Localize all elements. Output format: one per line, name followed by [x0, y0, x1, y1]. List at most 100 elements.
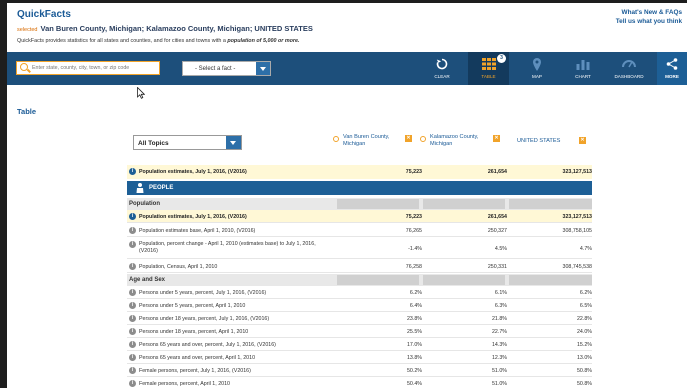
table-row[interactable]: i Population, percent change - April 1, … — [127, 238, 592, 259]
topics-select[interactable]: All Topics — [133, 135, 242, 150]
clear-button[interactable]: CLEAR — [419, 52, 465, 85]
info-icon[interactable]: i — [129, 302, 136, 309]
value-van-buren: 25.5% — [406, 329, 422, 335]
selected-places-text: Van Buren County, Michigan; Kalamazoo Co… — [40, 24, 313, 33]
table-icon — [481, 58, 496, 70]
value-kalamazoo: 250,331 — [487, 264, 507, 270]
section-title: Age and Sex — [129, 277, 166, 283]
search-input[interactable] — [32, 63, 158, 73]
section-cell — [423, 199, 505, 209]
value-kalamazoo: 21.8% — [491, 316, 507, 322]
column-header-kalamazoo[interactable]: Kalamazoo County, Michigan ✕ — [420, 134, 500, 148]
dashboard-button[interactable]: DASHBOARD — [607, 52, 651, 85]
table-row[interactable]: i Female persons, percent, April 1, 2010… — [127, 377, 592, 388]
info-icon[interactable]: i — [129, 380, 136, 387]
info-icon[interactable]: i — [129, 328, 136, 335]
value-van-buren: 76,258 — [405, 264, 422, 270]
value-kalamazoo: 6.1% — [494, 290, 507, 296]
toolbar: - Select a fact - CLEAR 3 TABLE MAP CHAR… — [7, 52, 687, 85]
table-row[interactable]: i Population estimates, July 1, 2016, (V… — [127, 210, 592, 223]
refresh-icon — [436, 58, 448, 70]
table-button[interactable]: 3 TABLE — [468, 52, 509, 85]
remove-column-icon[interactable]: ✕ — [493, 135, 500, 142]
info-icon[interactable]: i — [129, 354, 136, 361]
info-icon[interactable]: i — [129, 367, 136, 374]
search-icon — [420, 136, 426, 142]
value-united-states: 323,127,513 — [562, 214, 592, 220]
people-section-bar[interactable]: PEOPLE — [127, 181, 592, 195]
value-united-states: 24.0% — [576, 329, 592, 335]
value-united-states: 22.8% — [576, 316, 592, 322]
remove-column-icon[interactable]: ✕ — [405, 135, 412, 142]
table-row[interactable]: i Population, Census, April 1, 2010 76,2… — [127, 260, 592, 273]
summary-row[interactable]: i Population estimates, July 1, 2016, (V… — [127, 165, 592, 179]
section-cell — [509, 275, 592, 285]
value-kalamazoo: 51.0% — [491, 381, 507, 387]
value-kalamazoo: 4.5% — [494, 246, 507, 252]
table-row[interactable]: i Population estimates base, April 1, 20… — [127, 224, 592, 237]
column-header-united-states[interactable]: UNITED STATES ✕ — [517, 137, 586, 145]
value-van-buren: 23.8% — [406, 316, 422, 322]
info-icon[interactable]: i — [129, 227, 136, 234]
intro-text-main: QuickFacts provides statistics for all s… — [17, 38, 228, 44]
value-united-states: 6.2% — [579, 290, 592, 296]
value-kalamazoo: 261,654 — [487, 214, 507, 220]
summary-row-label: Population estimates, July 1, 2016, (V20… — [139, 169, 247, 175]
row-label: Persons under 5 years, percent, April 1,… — [139, 303, 246, 309]
summary-value-van-buren: 75,223 — [405, 169, 422, 175]
intro-text: QuickFacts provides statistics for all s… — [17, 38, 300, 44]
table-row[interactable]: i Persons under 5 years, percent, April … — [127, 299, 592, 312]
dashboard-button-label: DASHBOARD — [614, 74, 644, 79]
value-united-states: 308,758,105 — [562, 228, 592, 234]
table-heading: Table — [17, 107, 37, 116]
value-united-states: 6.5% — [579, 303, 592, 309]
table-row[interactable]: i Persons 65 years and over, percent, Ju… — [127, 338, 592, 351]
info-icon[interactable]: i — [129, 289, 136, 296]
summary-value-kalamazoo: 261,654 — [487, 169, 507, 175]
table-row[interactable]: i Female persons, percent, July 1, 2016,… — [127, 364, 592, 377]
info-icon[interactable]: i — [129, 168, 136, 175]
info-icon[interactable]: i — [129, 213, 136, 220]
info-icon[interactable]: i — [129, 263, 136, 270]
fact-select-value: - Select a fact - — [195, 66, 236, 72]
info-icon[interactable]: i — [129, 315, 136, 322]
intro-text-emphasis: population of 5,000 or more. — [227, 38, 300, 44]
selected-label: selected — [17, 27, 38, 33]
column-header-van-buren[interactable]: Van Buren County, Michigan ✕ — [333, 134, 412, 148]
section-header-age-and-sex[interactable]: Age and Sex — [127, 274, 592, 286]
column-header-label: Kalamazoo County, Michigan — [430, 134, 479, 147]
row-label: Persons 65 years and over, percent, Apri… — [139, 355, 256, 361]
table-row[interactable]: i Persons under 18 years, percent, April… — [127, 325, 592, 338]
chevron-down-icon — [256, 62, 270, 75]
feedback-link[interactable]: Tell us what you think — [616, 17, 682, 26]
info-icon[interactable]: i — [129, 341, 136, 348]
value-van-buren: -1.4% — [408, 246, 422, 252]
more-button[interactable]: MORE — [657, 52, 687, 85]
row-label: Persons under 18 years, percent, July 1,… — [139, 316, 270, 322]
chart-button[interactable]: CHART — [561, 52, 605, 85]
section-cell — [509, 199, 592, 209]
bar-chart-icon — [576, 60, 590, 70]
value-kalamazoo: 12.3% — [491, 355, 507, 361]
value-van-buren: 50.2% — [406, 368, 422, 374]
selected-places: selected Van Buren County, Michigan; Kala… — [17, 24, 313, 33]
remove-column-icon[interactable]: ✕ — [579, 137, 586, 144]
whats-new-link[interactable]: What's New & FAQs — [616, 8, 682, 17]
search-box[interactable] — [16, 61, 160, 75]
info-icon[interactable]: i — [129, 241, 136, 248]
table-row[interactable]: i Persons under 18 years, percent, July … — [127, 312, 592, 325]
value-van-buren: 6.2% — [409, 290, 422, 296]
value-van-buren: 17.0% — [406, 342, 422, 348]
gauge-icon — [622, 60, 636, 68]
mouse-cursor-icon — [137, 87, 145, 99]
table-button-label: TABLE — [481, 74, 496, 79]
chevron-down-icon — [226, 136, 241, 149]
table-row[interactable]: i Persons 65 years and over, percent, Ap… — [127, 351, 592, 364]
fact-select[interactable]: - Select a fact - — [182, 61, 271, 76]
column-header-label: Van Buren County, Michigan — [343, 134, 390, 147]
section-header-population[interactable]: Population — [127, 198, 592, 210]
map-button[interactable]: MAP — [515, 52, 559, 85]
table-row[interactable]: i Persons under 5 years, percent, July 1… — [127, 286, 592, 299]
brand-title[interactable]: QuickFacts — [17, 9, 71, 20]
row-label: Population estimates base, April 1, 2010… — [139, 228, 256, 234]
